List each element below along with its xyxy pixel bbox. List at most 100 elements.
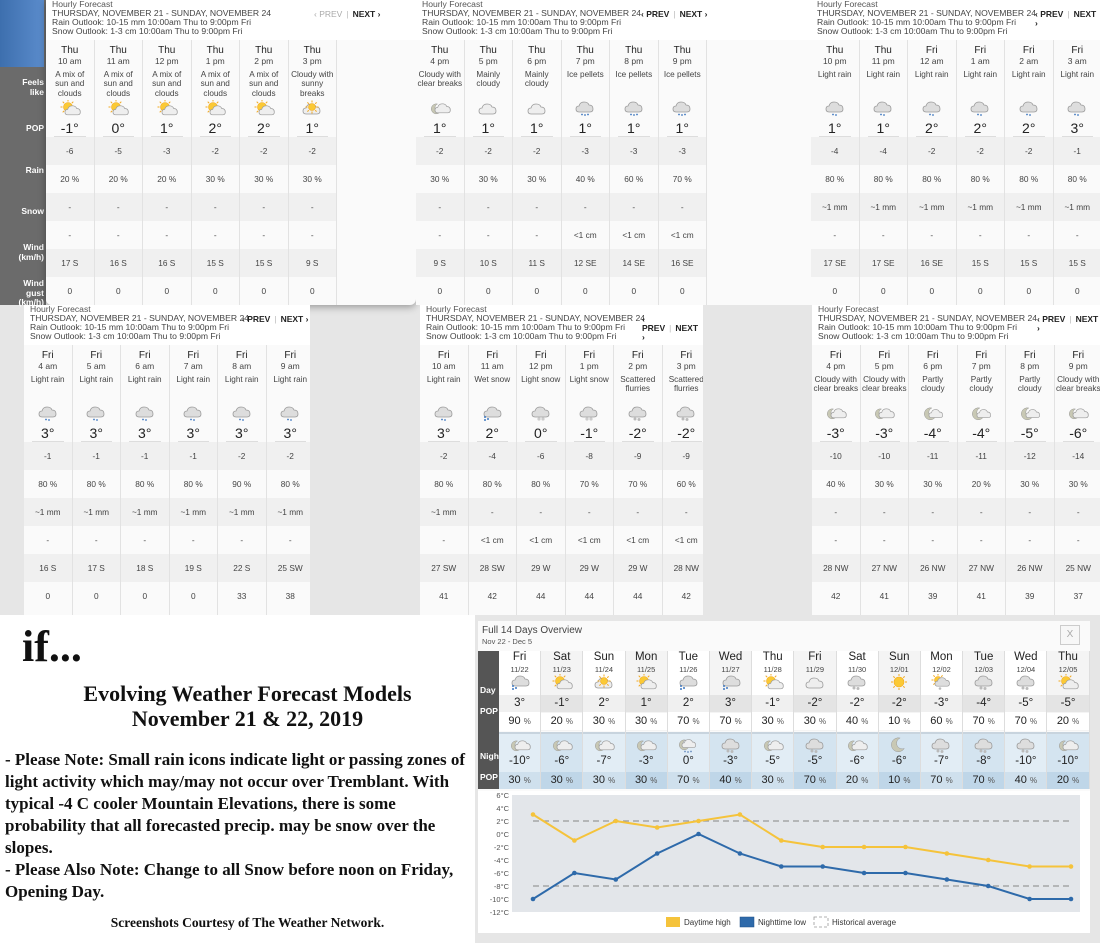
day-name: Fri bbox=[512, 651, 527, 663]
snow-value: - bbox=[956, 221, 1004, 249]
light-rain-icon bbox=[1018, 100, 1040, 116]
nighttime-low-point bbox=[613, 877, 619, 882]
day-name: Wed bbox=[718, 651, 743, 663]
hour-condition: Mainly cloudy bbox=[476, 70, 501, 89]
gust-value: 41 bbox=[860, 582, 908, 610]
gust-value: 0 bbox=[811, 277, 859, 305]
hour-day: Fri bbox=[1072, 350, 1085, 361]
label-pop: POP bbox=[26, 123, 44, 133]
rain-value: - bbox=[191, 193, 239, 221]
rain-value: - bbox=[1054, 498, 1100, 526]
hour-day: Thu bbox=[528, 45, 546, 56]
hour-temperature: 2° bbox=[485, 425, 499, 441]
day-date: 12/05 bbox=[1058, 665, 1078, 674]
divider bbox=[569, 136, 601, 137]
divider bbox=[917, 441, 949, 442]
nighttime-low-point bbox=[572, 870, 577, 876]
prev-button[interactable]: ‹ PREV bbox=[1035, 9, 1063, 19]
night-pop-value: 70 bbox=[803, 774, 816, 786]
night-low: -10° bbox=[1057, 755, 1079, 767]
day-date: 12/04 bbox=[1016, 665, 1036, 674]
divider bbox=[476, 441, 508, 442]
hour-column: -1 80 % ~1 mm - 16 S 0 Fri 4 am Light ra… bbox=[24, 345, 73, 615]
rain-value: - bbox=[610, 193, 658, 221]
hour-day: Thu bbox=[206, 45, 224, 56]
gust-value: 0 bbox=[191, 277, 239, 305]
hourly-forecast-panel: Hourly Forecast THURSDAY, NOVEMBER 21 - … bbox=[420, 305, 703, 615]
feels-like-value: -5 bbox=[94, 137, 142, 165]
wind-value: 19 S bbox=[169, 554, 217, 582]
prev-button[interactable]: ‹ PREV bbox=[1037, 314, 1065, 324]
feels-like-value: -2 bbox=[464, 137, 512, 165]
wind-value: 27 SW bbox=[420, 554, 468, 582]
hour-time: 10 am bbox=[57, 56, 82, 66]
night-low: -5° bbox=[807, 755, 823, 767]
night-low: -3° bbox=[638, 755, 654, 767]
prev-button[interactable]: ‹ PREV bbox=[641, 9, 669, 19]
next-button[interactable]: NEXT › bbox=[353, 9, 381, 19]
next-button[interactable]: NEXT › bbox=[281, 314, 309, 324]
day-pop-value: 20 bbox=[550, 715, 563, 727]
gust-value: 41 bbox=[957, 582, 1005, 610]
flurries-icon bbox=[675, 405, 697, 421]
prev-button[interactable]: ‹ PREV bbox=[314, 9, 342, 19]
fourteen-day-overview: Full 14 Days Overview Nov 22 - Dec 5 X D… bbox=[478, 621, 1090, 933]
hour-time: 2 pm bbox=[254, 56, 274, 66]
ice-pellets-icon bbox=[574, 100, 596, 116]
divider bbox=[177, 441, 209, 442]
feels-like-value: -3 bbox=[658, 137, 706, 165]
moon-cloud-icon bbox=[970, 405, 992, 421]
hourly-columns: -2 80 % ~1 mm - 27 SW 41 Fri 10 am Light… bbox=[420, 345, 703, 615]
hour-column: -2 80 % ~1 mm - 27 SW 41 Fri 10 am Light… bbox=[420, 345, 469, 615]
hour-column: -10 40 % - - 28 NW 42 Fri 4 pm Cloudy wi… bbox=[812, 345, 861, 615]
wind-value: 26 NW bbox=[1006, 554, 1054, 582]
feels-like-value: -11 bbox=[957, 442, 1005, 470]
moon-rain-icon bbox=[677, 737, 699, 753]
pct-sign: % bbox=[608, 776, 616, 785]
prev-button[interactable]: ‹ PREV bbox=[642, 314, 665, 333]
wind-value: 16 SE bbox=[908, 249, 956, 277]
sun-cloud-icon bbox=[551, 673, 573, 690]
hour-time: 5 pm bbox=[874, 361, 894, 371]
moon-cloud-icon bbox=[1019, 405, 1041, 421]
night-pop-value: 30 bbox=[761, 774, 774, 786]
feels-like-value: -2 bbox=[420, 442, 468, 470]
cloud-sun-icon bbox=[301, 100, 323, 116]
hour-temperature: -1° bbox=[60, 120, 79, 136]
next-button[interactable]: NEXT › bbox=[680, 9, 708, 19]
moon-icon bbox=[888, 737, 910, 753]
hour-time: 12 pm bbox=[154, 56, 179, 66]
note-title-line1: Evolving Weather Forecast Models bbox=[83, 681, 412, 706]
nighttime-low-point bbox=[944, 877, 950, 882]
snow-value: - bbox=[72, 526, 120, 554]
hour-time: 6 pm bbox=[527, 56, 547, 66]
day-pop: 70 % bbox=[963, 713, 1005, 730]
wind-value: 12 SE bbox=[561, 249, 609, 277]
close-button[interactable]: X bbox=[1060, 625, 1080, 645]
pop-value: 40 % bbox=[561, 165, 609, 193]
prev-button[interactable]: ‹ PREV bbox=[242, 314, 270, 324]
snow-value: - bbox=[46, 221, 94, 249]
hour-temperature: 2° bbox=[1022, 120, 1036, 136]
snow-value: <1 cm bbox=[517, 526, 565, 554]
day-high: -3° bbox=[920, 695, 963, 712]
feels-like-value: -12 bbox=[1006, 442, 1054, 470]
divider bbox=[151, 136, 183, 137]
hour-temperature: 2° bbox=[257, 120, 271, 136]
wind-value: 16 S bbox=[94, 249, 142, 277]
day-name: Sat bbox=[553, 651, 571, 663]
hour-day: Thu bbox=[874, 45, 892, 56]
hour-time: 6 pm bbox=[923, 361, 943, 371]
hour-column: -2 30 % - - 10 S 0 Thu 5 pm Mainly cloud… bbox=[464, 40, 513, 305]
light-rain-icon bbox=[872, 100, 894, 116]
hour-temperature: 3° bbox=[41, 425, 55, 441]
snow-value: - bbox=[1054, 526, 1100, 554]
y-tick-label: -4°C bbox=[494, 856, 510, 865]
snow-outlook: Snow Outlook: 1-3 cm 10:00am Thu to 9:00… bbox=[817, 26, 1008, 36]
feels-like-value: -2 bbox=[956, 137, 1004, 165]
day-high: -2° bbox=[878, 695, 920, 712]
hour-condition: A mix of sun and clouds bbox=[55, 70, 85, 98]
hourly-header: Hourly Forecast THURSDAY, NOVEMBER 21 - … bbox=[420, 305, 703, 345]
light-rain-icon bbox=[921, 100, 943, 116]
night-section: -6° 30 % bbox=[541, 732, 583, 789]
